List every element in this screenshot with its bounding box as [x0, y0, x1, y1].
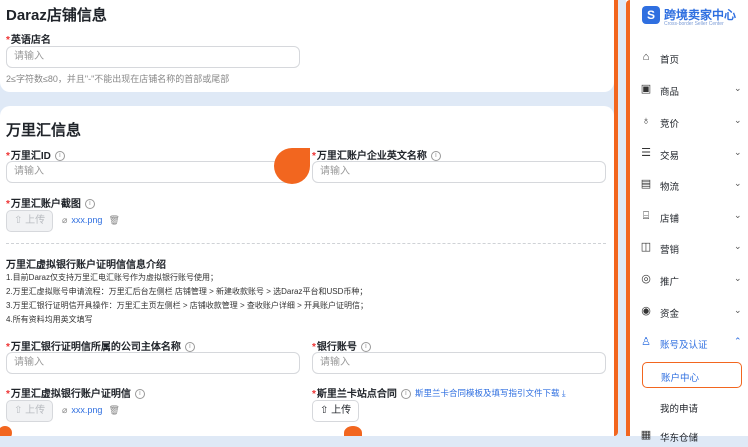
info-icon: i: [184, 342, 195, 353]
company-name-label: *万里汇账户企业英文名称 i: [312, 147, 441, 162]
virtual-cert-file[interactable]: ⌀ xxx.png 🗑: [62, 405, 120, 416]
bank-company-input[interactable]: 请输入: [6, 352, 300, 374]
intro-line: 2.万里汇虚拟账号申请流程：万里汇后台左侧栏 店铺管理 > 新建收款账号 > 选…: [6, 287, 368, 296]
store-name-input[interactable]: 请输入: [6, 46, 300, 68]
sidebar-item-logistics[interactable]: ▤ 物流 ⌄: [636, 174, 748, 196]
bank-account-label: *银行账号 i: [312, 338, 371, 353]
sidebar-item-trade[interactable]: ☰ 交易 ⌄: [636, 143, 748, 165]
wanlihui-info-title: 万里汇信息: [6, 122, 82, 139]
decorative-blob: [274, 148, 310, 184]
sidebar-item-home[interactable]: ⌂ 首页: [636, 47, 748, 69]
bank-account-input[interactable]: 请输入: [312, 352, 606, 374]
virtual-cert-label: *万里汇虚拟银行账户证明信 i: [6, 385, 145, 400]
user-icon: ♙: [641, 336, 651, 348]
bag-icon: ▣: [640, 83, 652, 95]
info-icon: i: [430, 151, 441, 162]
virtual-cert-upload-button[interactable]: ⇧ 上传: [6, 400, 54, 422]
store-info-card: Daraz店铺信息 *英语店名 请输入 2≤字符数≤80，并且"-"不能出现在店…: [0, 0, 614, 92]
sidebar-item-account[interactable]: ♙ 账号及认证 ⌃: [636, 332, 748, 354]
logo-icon: S: [642, 6, 660, 24]
intro-line: 3.万里汇银行证明信开具操作：万里汇主页左侧栏 > 店铺收款管理 > 查收账户详…: [6, 301, 369, 310]
logo-subtitle: Cross-border Seller Center: [664, 21, 724, 27]
chevron-down-icon: ⌄: [734, 305, 742, 315]
decorative-blob: [344, 426, 362, 436]
wanlihui-id-input[interactable]: 请输入: [6, 161, 300, 183]
srilanka-upload-button[interactable]: ⇧ 上传: [312, 400, 360, 422]
screenshot-upload-button[interactable]: ⇧ 上传: [6, 210, 54, 232]
bank-company-label: *万里汇银行证明信所属的公司主体名称 i: [6, 338, 195, 353]
store-name-label: *英语店名: [6, 35, 51, 46]
sidebar-item-bidding[interactable]: ♁ 竞价 ⌄: [636, 111, 748, 133]
sidebar-subitem-account-center[interactable]: 账户中心: [642, 362, 742, 388]
store-name-hint: 2≤字符数≤80，并且"-"不能出现在店铺名称的首部或尾部: [6, 74, 230, 84]
wallet-icon: ◉: [641, 305, 651, 317]
chevron-down-icon: ⌄: [734, 178, 742, 188]
sidebar-accent-border: [626, 0, 630, 436]
info-icon: i: [84, 199, 95, 210]
chevron-down-icon: ⌄: [734, 147, 742, 157]
home-icon: ⌂: [642, 51, 650, 63]
upload-icon: ⇧: [14, 405, 26, 416]
srilanka-template-download-link[interactable]: 斯里兰卡合同模板及填写指引文件下载 ⤓: [415, 387, 566, 399]
info-icon: i: [360, 342, 371, 353]
section-divider: [6, 243, 606, 244]
shop-icon: ⌸: [642, 210, 650, 222]
chevron-down-icon: ⌄: [734, 210, 742, 220]
wanlihui-id-label: *万里汇ID i: [6, 147, 65, 162]
sidebar-item-promotion[interactable]: ◎ 推广 ⌄: [636, 269, 748, 291]
sidebar-subitem-my-applications[interactable]: 我的申请: [660, 401, 698, 415]
screenshot-file[interactable]: ⌀ xxx.png 🗑: [62, 215, 120, 226]
info-icon: i: [54, 151, 65, 162]
chevron-down-icon: ⌄: [734, 273, 742, 283]
chevron-down-icon: ⌄: [734, 241, 742, 251]
warehouse-icon: ▦: [640, 429, 652, 441]
info-icon: i: [400, 389, 411, 400]
sidebar-item-funds[interactable]: ◉ 资金 ⌄: [636, 301, 748, 323]
money-bag-icon: ♁: [641, 115, 651, 127]
store-info-title: Daraz店铺信息: [6, 7, 107, 24]
decorative-rail: [614, 0, 618, 436]
paperclip-icon: ⌀: [62, 405, 68, 415]
list-icon: ☰: [641, 147, 651, 159]
trash-icon[interactable]: 🗑: [108, 215, 119, 225]
truck-icon: ▤: [640, 178, 652, 190]
sidebar-item-marketing[interactable]: ◫ 营销 ⌄: [636, 237, 748, 259]
intro-line: 1.目前Daraz仅支持万里汇电汇账号作为虚拟银行账号使用；: [6, 273, 219, 282]
upload-icon: ⇧: [14, 215, 26, 226]
info-icon: i: [134, 389, 145, 400]
download-icon: ⤓: [561, 388, 566, 398]
paperclip-icon: ⌀: [62, 215, 68, 225]
intro-line: 4.所有资料均用英文填写: [6, 315, 93, 324]
chevron-up-icon: ⌃: [734, 336, 742, 346]
sidebar-item-warehouse[interactable]: ▦ 华东仓储: [636, 425, 748, 447]
account-screenshot-label: *万里汇账户截图 i: [6, 195, 95, 210]
chevron-down-icon: ⌄: [734, 83, 742, 93]
sidebar-item-products[interactable]: ▣ 商品 ⌄: [636, 79, 748, 101]
globe-icon: ◎: [641, 273, 651, 285]
srilanka-contract-label: *斯里兰卡站点合同 i: [312, 385, 411, 400]
main-content: Daraz店铺信息 *英语店名 请输入 2≤字符数≤80，并且"-"不能出现在店…: [0, 0, 618, 436]
upload-icon: ⇧: [320, 405, 332, 416]
intro-title: 万里汇虚拟银行账户证明信信息介绍: [6, 260, 166, 271]
sidebar-item-shop[interactable]: ⌸ 店铺 ⌄: [636, 206, 748, 228]
trash-icon[interactable]: 🗑: [108, 405, 119, 415]
chevron-down-icon: ⌄: [734, 115, 742, 125]
decorative-blob: [0, 426, 12, 436]
megaphone-icon: ◫: [640, 241, 652, 253]
company-name-input[interactable]: 请输入: [312, 161, 606, 183]
